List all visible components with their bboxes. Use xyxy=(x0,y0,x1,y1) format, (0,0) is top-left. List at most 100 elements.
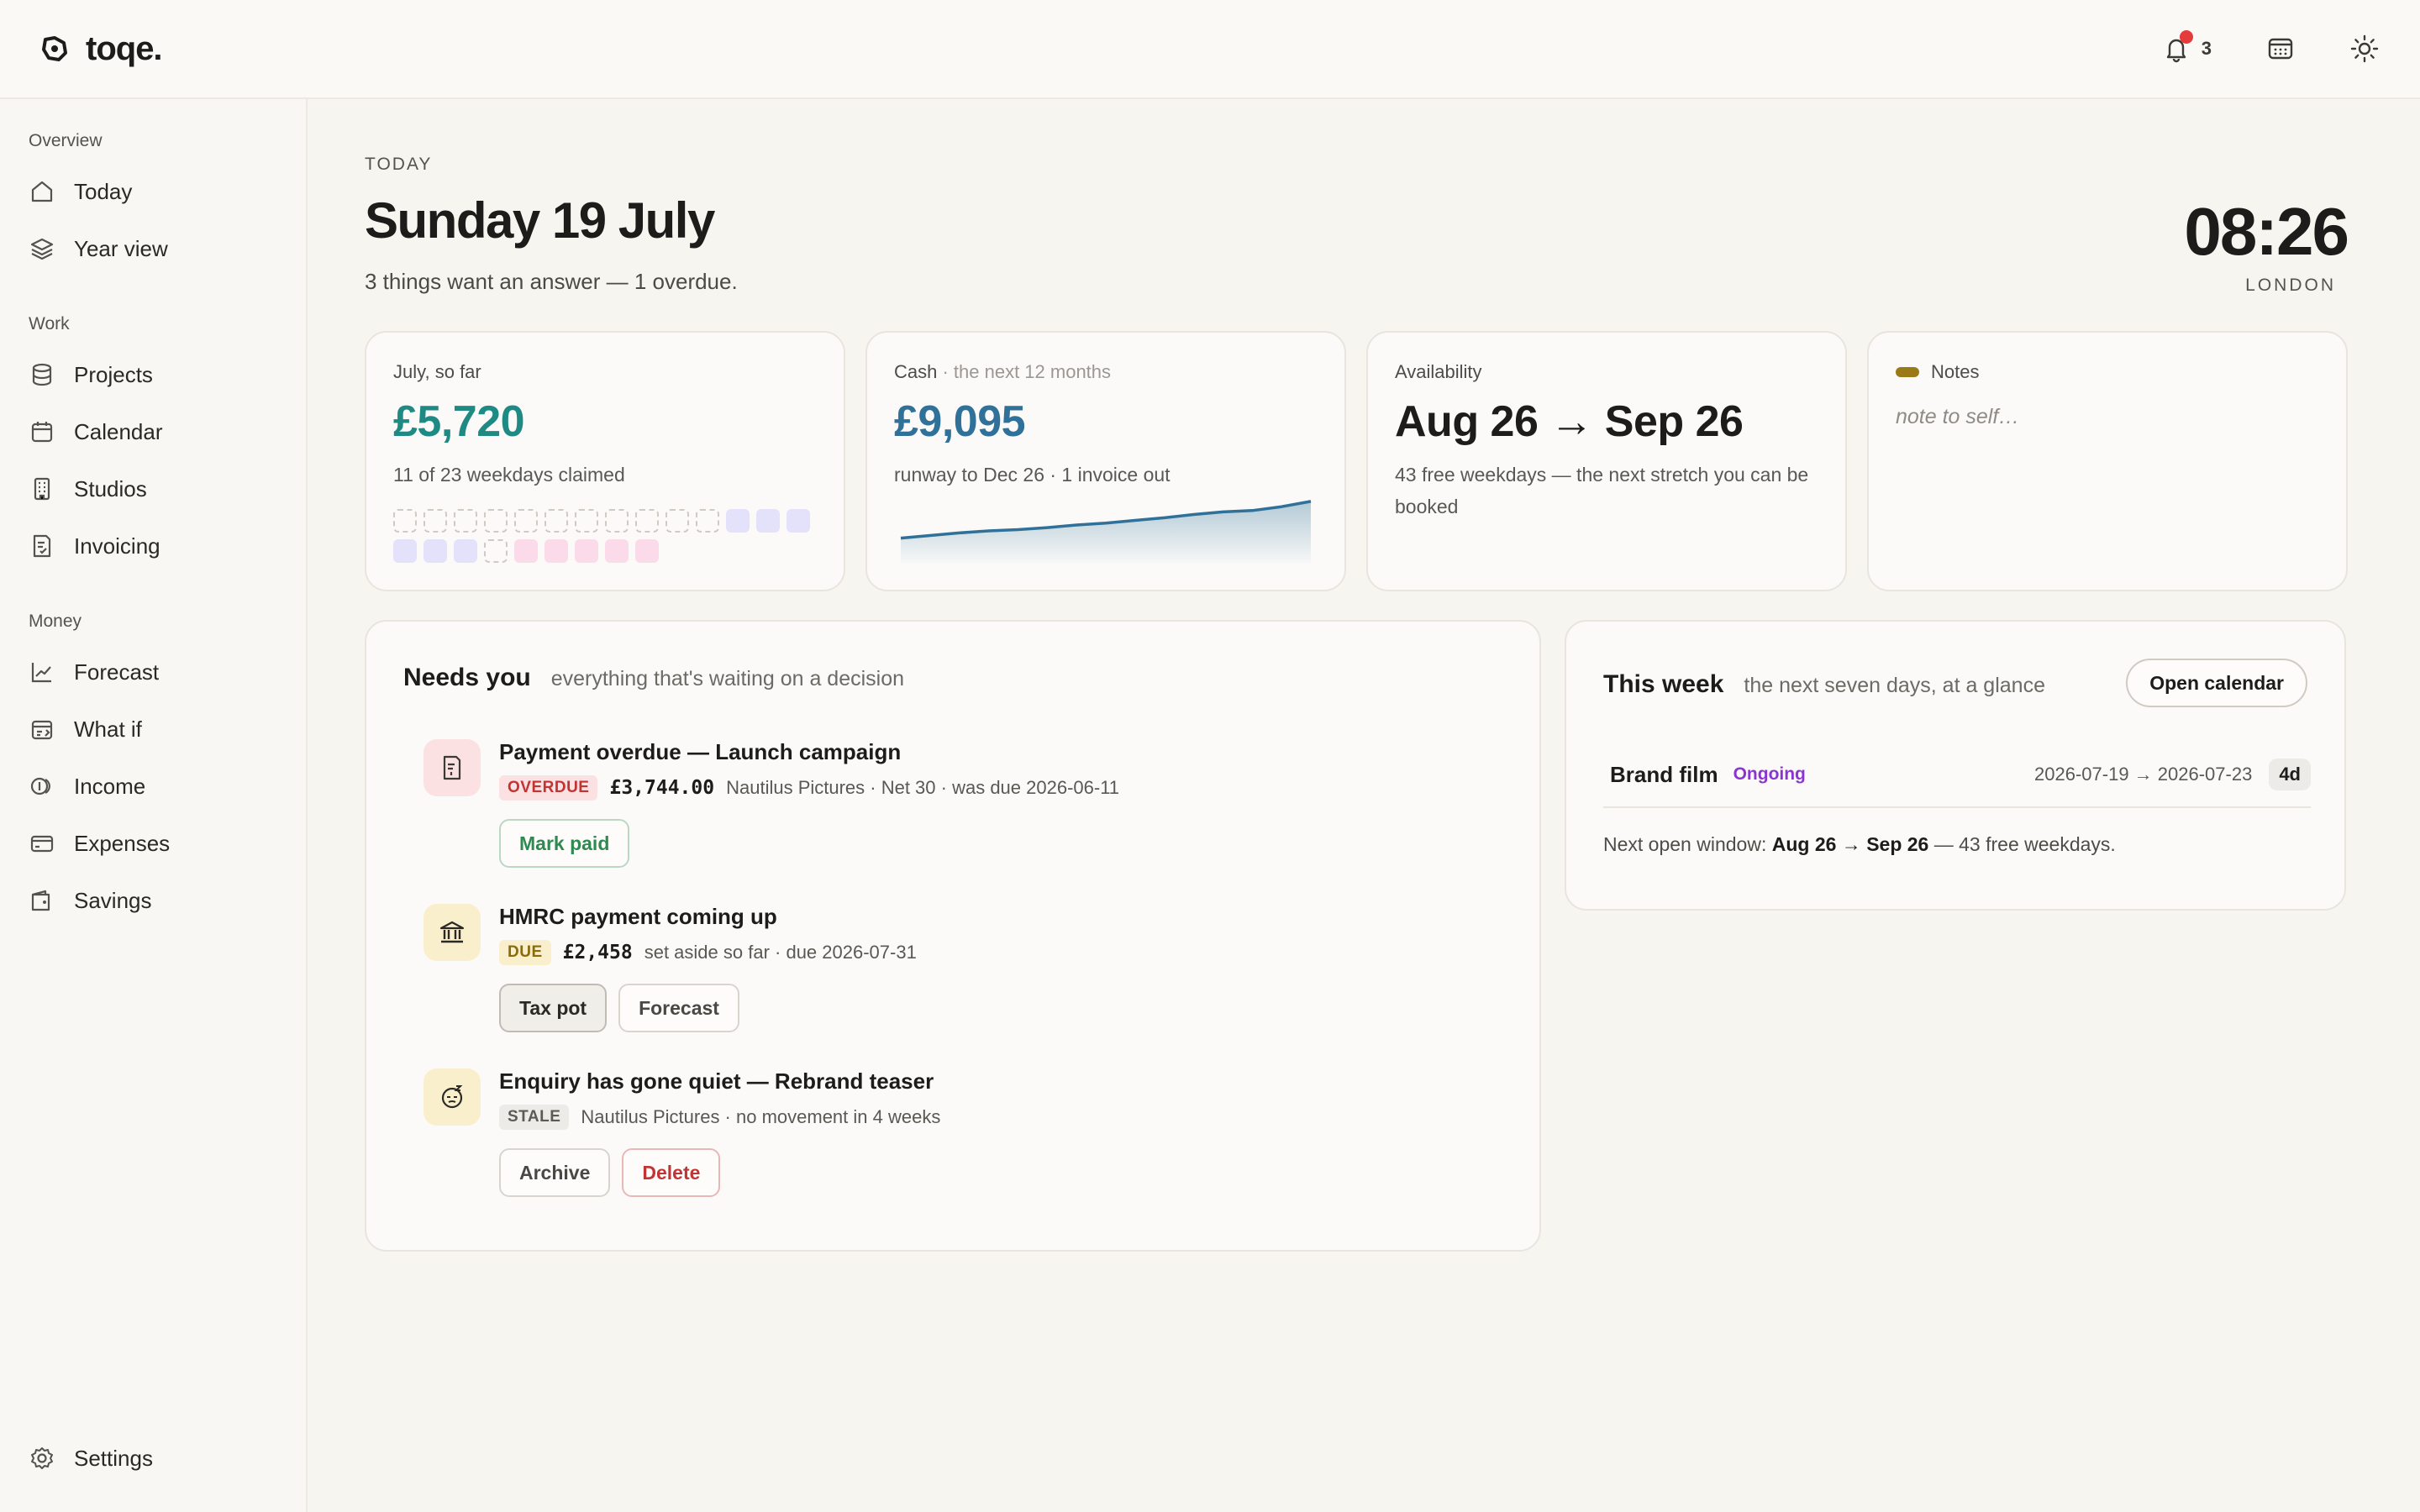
project-status: Ongoing xyxy=(1733,764,1806,784)
weekday-box xyxy=(424,509,447,533)
panel-title: Needs you xyxy=(403,664,531,691)
need-meta-text: set aside so far · due 2026-07-31 xyxy=(644,942,917,963)
status-badge: DUE xyxy=(499,940,551,965)
sidebar-item-forecast[interactable]: Forecast xyxy=(29,643,277,701)
availability-card[interactable]: Availability Aug 26 → Sep 26 43 free wee… xyxy=(1366,331,1847,591)
notes-input[interactable]: note to self… xyxy=(1896,405,2319,429)
sidebar-item-invoicing[interactable]: Invoicing xyxy=(29,517,277,575)
weekday-box xyxy=(484,509,508,533)
july-earnings-card[interactable]: July, so far £5,720 11 of 23 weekdays cl… xyxy=(365,331,845,591)
need-actions: Tax pot Forecast xyxy=(499,984,1423,1032)
weekday-box xyxy=(635,539,659,563)
sidebar-item-label: Settings xyxy=(74,1445,153,1471)
need-body: Enquiry has gone quiet — Rebrand teaser … xyxy=(499,1068,1423,1197)
weekday-box xyxy=(635,509,659,533)
weekday-box xyxy=(424,539,447,563)
weekday-box xyxy=(666,509,689,533)
weekday-box xyxy=(514,539,538,563)
needs-you-header: Needs you everything that's waiting on a… xyxy=(403,664,904,692)
sidebar-item-projects[interactable]: Projects xyxy=(29,346,277,403)
calendar-grid-icon xyxy=(2268,38,2293,60)
need-title: Payment overdue — Launch campaign xyxy=(499,739,902,764)
tax-pot-button[interactable]: Tax pot xyxy=(499,984,608,1032)
building-icon xyxy=(34,477,50,501)
open-calendar-button[interactable]: Open calendar xyxy=(2126,659,2307,707)
sidebar-item-label: Income xyxy=(74,773,146,799)
need-meta-text: Nautilus Pictures · no movement in 4 wee… xyxy=(581,1106,941,1127)
sidebar-item-label: What if xyxy=(74,716,142,742)
sidebar-item-expenses[interactable]: Expenses xyxy=(29,815,277,872)
need-title: HMRC payment coming up xyxy=(499,904,777,929)
need-body: Payment overdue — Launch campaign OVERDU… xyxy=(499,739,1423,868)
weekday-box xyxy=(726,509,750,533)
weekday-box xyxy=(393,539,417,563)
layers-icon xyxy=(30,238,54,260)
brand[interactable]: toqe. xyxy=(40,29,163,68)
home-icon xyxy=(31,181,53,202)
sidebar-item-income[interactable]: Income xyxy=(29,758,277,815)
notes-card[interactable]: Notes note to self… xyxy=(1867,331,2348,591)
weekday-box xyxy=(575,509,598,533)
sidebar-item-today[interactable]: Today xyxy=(29,163,277,220)
brand-name: toqe. xyxy=(86,29,163,67)
bank-icon xyxy=(439,921,465,943)
sidebar-item-year-view[interactable]: Year view xyxy=(29,220,277,277)
sidebar-item-label: Projects xyxy=(74,361,153,387)
stat-label-main: Cash xyxy=(894,361,938,382)
weekday-box xyxy=(393,509,417,533)
mark-paid-button[interactable]: Mark paid xyxy=(499,819,630,868)
need-meta: DUE £2,458 set aside so far · due 2026-0… xyxy=(499,940,1423,965)
stat-value: Aug 26 → Sep 26 xyxy=(1395,397,1744,446)
gear-icon xyxy=(31,1447,53,1469)
panel-title: This week xyxy=(1603,670,1724,698)
archive-button[interactable]: Archive xyxy=(499,1148,611,1197)
need-meta: STALE Nautilus Pictures · no movement in… xyxy=(499,1105,1423,1130)
brand-logo-icon xyxy=(42,36,67,61)
notifications-button[interactable]: 3 xyxy=(2161,30,2212,64)
need-actions: Mark paid xyxy=(499,819,1423,868)
clock: 08:26 xyxy=(2184,194,2349,269)
weekday-box xyxy=(575,539,598,563)
sidebar-item-calendar[interactable]: Calendar xyxy=(29,403,277,460)
clock-city: LONDON xyxy=(2245,276,2336,295)
theme-toggle-button[interactable] xyxy=(2349,34,2380,64)
forecast-button[interactable]: Forecast xyxy=(618,984,739,1032)
sidebar-item-what-if[interactable]: What if xyxy=(29,701,277,758)
trend-up-icon xyxy=(31,663,51,683)
weekday-box xyxy=(454,509,477,533)
need-body: HMRC payment coming up DUE £2,458 set as… xyxy=(499,904,1423,1032)
delete-button[interactable]: Delete xyxy=(622,1148,721,1197)
database-icon xyxy=(32,363,52,386)
top-bar: toqe. 3 xyxy=(0,0,2420,99)
cash-card[interactable]: Cash · the next 12 months £9,095 runway … xyxy=(865,331,1346,591)
sidebar-item-savings[interactable]: Savings xyxy=(29,872,277,929)
sidebar-item-settings[interactable]: Settings xyxy=(29,1430,279,1487)
coins-icon xyxy=(30,777,50,795)
stat-label: Notes xyxy=(1931,361,1980,382)
weekday-box xyxy=(484,539,508,563)
notification-count: 3 xyxy=(2201,38,2212,59)
need-meta: OVERDUE £3,744.00 Nautilus Pictures · Ne… xyxy=(499,775,1423,801)
weekday-box xyxy=(605,509,629,533)
sidebar-item-label: Expenses xyxy=(74,830,171,856)
project-duration: 4d xyxy=(2269,759,2311,790)
sidebar-item-label: Year view xyxy=(74,235,168,261)
week-project-row[interactable]: Brand film Ongoing 2026-07-19 → 2026-07-… xyxy=(1603,743,2311,808)
sidebar-item-label: Forecast xyxy=(74,659,160,685)
need-icon-wrap xyxy=(424,904,481,961)
needs-you-panel: Needs you everything that's waiting on a… xyxy=(365,620,1541,1252)
cash-trend-chart xyxy=(900,500,1312,563)
wallet-icon xyxy=(31,890,50,911)
sidebar-item-label: Today xyxy=(74,178,133,204)
sidebar-item-studios[interactable]: Studios xyxy=(29,460,277,517)
calendar-grid-button[interactable] xyxy=(2265,34,2296,64)
nav-section-overview: Overview xyxy=(29,131,103,150)
status-badge: OVERDUE xyxy=(499,775,598,801)
window-prefix: Next open window: xyxy=(1603,833,1772,855)
top-actions: 3 xyxy=(2161,30,2380,64)
sidebar-item-label: Calendar xyxy=(74,418,163,444)
weekday-box xyxy=(756,509,780,533)
page-subtitle: 3 things want an answer — 1 overdue. xyxy=(365,269,738,294)
need-meta-text: Nautilus Pictures · Net 30 · was due 202… xyxy=(726,777,1120,798)
stat-label: July, so far xyxy=(393,361,481,382)
